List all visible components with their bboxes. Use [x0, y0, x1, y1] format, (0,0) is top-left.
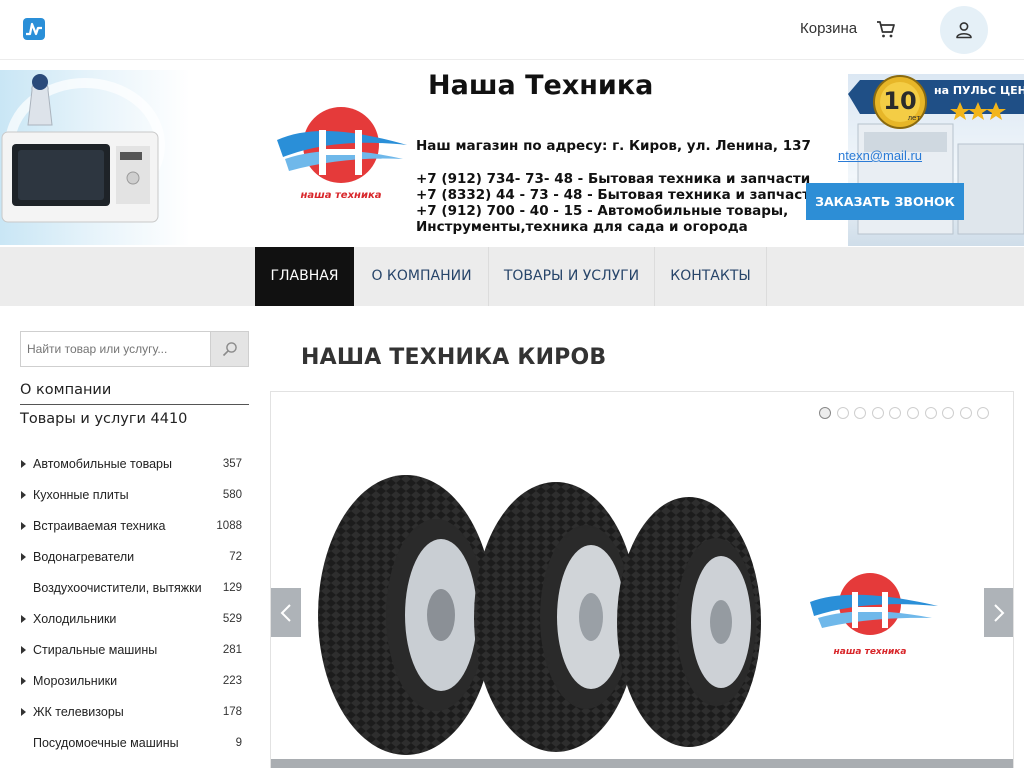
site-header: наша техника Наша Техника Наш магазин по…	[0, 60, 1024, 247]
expand-arrow-icon	[21, 615, 26, 623]
nav-item-contacts[interactable]: КОНТАКТЫ	[655, 247, 767, 306]
category-item[interactable]: Посудомоечные машины 9	[20, 728, 249, 759]
category-name: Стиральные машины	[33, 643, 158, 657]
phone-line: +7 (8332) 44 - 73 - 48 - Бытовая техника…	[416, 187, 820, 203]
phone-line: +7 (912) 700 - 40 - 15 - Автомобильные т…	[416, 203, 789, 219]
category-item[interactable]: Морозильники 223	[20, 666, 249, 697]
expand-arrow-icon	[21, 553, 26, 561]
category-count: 1088	[216, 520, 242, 532]
category-name: Встраиваемая техника	[33, 519, 166, 533]
category-item[interactable]: Автомобильные товары 357	[20, 449, 249, 480]
category-count: 178	[222, 706, 242, 718]
slider-dot[interactable]	[924, 407, 937, 419]
phone-line: Инструменты,техника для сада и огорода	[416, 219, 748, 235]
phone-line: +7 (912) 734- 73- 48 - Бытовая техника и…	[416, 171, 811, 187]
slider-prev-button[interactable]	[271, 588, 301, 637]
slider-dot[interactable]	[836, 407, 849, 419]
email-link[interactable]: ntexn@mail.ru	[838, 148, 922, 163]
user-account-button[interactable]	[940, 6, 988, 54]
nav-item-about[interactable]: О КОМПАНИИ	[355, 247, 489, 306]
category-name: Холодильники	[33, 612, 117, 626]
expand-arrow-icon	[21, 522, 26, 530]
pulse-logo-icon[interactable]	[22, 17, 46, 41]
tires-image	[311, 467, 781, 762]
slider-dot[interactable]	[854, 407, 867, 419]
sidebar-goods-link[interactable]: Товары и услуги 4410	[20, 411, 187, 427]
category-count: 580	[222, 489, 242, 501]
callback-button[interactable]: ЗАКАЗАТЬ ЗВОНОК	[806, 183, 964, 220]
search-button[interactable]	[210, 332, 248, 366]
image-slider: наша техника	[270, 391, 1014, 768]
category-count: 357	[222, 458, 242, 470]
category-list: Автомобильные товары 357 Кухонные плиты 58…	[20, 449, 249, 759]
cart-icon[interactable]	[875, 18, 897, 40]
shop-logo[interactable]: наша техника	[275, 85, 415, 215]
category-item[interactable]: ЖК телевизоры 178	[20, 697, 249, 728]
page-title: НАША ТЕХНИКА КИРОВ	[301, 345, 607, 370]
slider-dot[interactable]	[959, 407, 972, 419]
category-item[interactable]: Воздухоочистители, вытяжки 129	[20, 573, 249, 604]
expand-arrow-icon	[21, 708, 26, 716]
cart-link[interactable]: Корзина	[800, 20, 857, 37]
category-item[interactable]: Встраиваемая техника 1088	[20, 511, 249, 542]
main-nav: ГЛАВНАЯ О КОМПАНИИ ТОВАРЫ И УСЛУГИ КОНТА…	[0, 247, 1024, 306]
expand-arrow-icon	[21, 491, 26, 499]
sidebar-about-link[interactable]: О компании	[20, 382, 249, 405]
category-count: 72	[229, 551, 242, 563]
category-item[interactable]: Стиральные машины 281	[20, 635, 249, 666]
category-name: Автомобильные товары	[33, 457, 172, 471]
phone-list: +7 (912) 734- 73- 48 - Бытовая техника и…	[416, 171, 820, 235]
shop-title: Наша Техника	[428, 70, 654, 101]
badge-number: 10	[883, 87, 916, 115]
slide-logo: наша техника	[806, 562, 946, 662]
microwave-image	[0, 70, 190, 245]
search-icon	[222, 342, 237, 357]
slide-logo-caption: наша техника	[834, 647, 907, 657]
nav-item-home[interactable]: ГЛАВНАЯ	[255, 247, 354, 306]
category-count: 281	[222, 644, 242, 656]
chevron-right-icon	[994, 604, 1005, 622]
shop-address: Наш магазин по адресу: г. Киров, ул. Лен…	[416, 138, 811, 154]
logo-caption: наша техника	[301, 190, 382, 201]
slider-next-button[interactable]	[984, 588, 1013, 637]
nav-item-goods[interactable]: ТОВАРЫ И УСЛУГИ	[489, 247, 655, 306]
slider-dot[interactable]	[871, 407, 884, 419]
slider-dot[interactable]	[889, 407, 902, 419]
expand-arrow-icon	[21, 460, 26, 468]
expand-arrow-icon	[21, 646, 26, 654]
badge-text: на ПУЛЬС ЦЕН	[934, 84, 1024, 97]
category-name: Кухонные плиты	[33, 488, 129, 502]
category-count: 223	[222, 675, 242, 687]
slider-dot[interactable]	[907, 407, 919, 419]
badge-years: лет	[908, 114, 921, 122]
chevron-left-icon	[280, 604, 291, 622]
slider-dot[interactable]	[942, 407, 955, 419]
expand-arrow-icon	[21, 677, 26, 685]
category-count: 9	[235, 737, 242, 749]
category-count: 129	[222, 582, 242, 594]
category-name: Воздухоочистители, вытяжки	[33, 581, 202, 595]
user-icon	[956, 22, 972, 39]
category-name: Посудомоечные машины	[33, 736, 179, 750]
category-item[interactable]: Холодильники 529	[20, 604, 249, 635]
slider-bottom-bar	[271, 759, 1013, 768]
category-name: ЖК телевизоры	[33, 705, 124, 719]
category-name: Водонагреватели	[33, 550, 135, 564]
slider-dot[interactable]	[977, 407, 990, 419]
category-item[interactable]: Водонагреватели 72	[20, 542, 249, 573]
category-item[interactable]: Кухонные плиты 580	[20, 480, 249, 511]
category-name: Морозильники	[33, 674, 118, 688]
category-count: 529	[222, 613, 242, 625]
search-box	[20, 331, 249, 367]
top-bar: Корзина	[0, 0, 1024, 60]
slider-dot[interactable]	[819, 407, 831, 419]
search-input[interactable]	[21, 332, 210, 366]
